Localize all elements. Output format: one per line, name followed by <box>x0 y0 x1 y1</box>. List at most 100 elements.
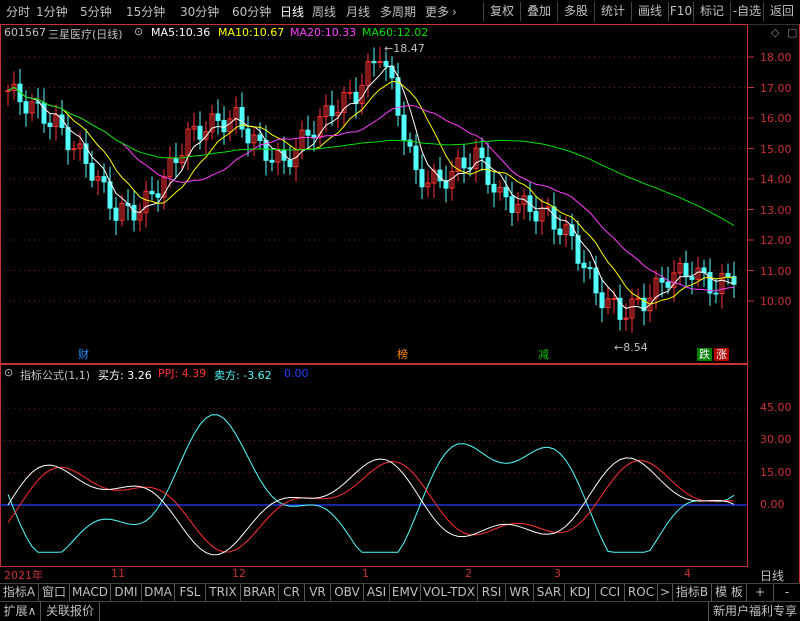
sell-line <box>7 414 735 553</box>
candle-body <box>377 60 383 63</box>
candle-body <box>581 262 587 269</box>
add-indicator-button[interactable]: + <box>747 584 774 601</box>
kline-chart[interactable] <box>0 0 800 620</box>
tab-cci[interactable]: CCI <box>596 584 625 601</box>
tabs-more-arrow-icon[interactable]: > <box>658 584 673 601</box>
tab-dmi[interactable]: DMI <box>111 584 142 601</box>
expand-button[interactable]: 扩展∧ <box>0 602 41 621</box>
tab-roc[interactable]: ROC <box>625 584 658 601</box>
square-icon[interactable]: ▢ <box>787 26 797 39</box>
ma5-legend: MA5:10.36 <box>151 26 211 39</box>
ma10-line <box>7 80 735 305</box>
candle-body <box>215 113 221 122</box>
y-tick: 11.00 <box>760 265 792 278</box>
candle-body <box>269 159 275 163</box>
y-tick: 14.00 <box>760 173 792 186</box>
time-label: 2021年 <box>4 569 43 582</box>
candle-body <box>89 162 95 181</box>
indicator-title[interactable]: 指标公式(1,1) <box>20 367 90 383</box>
related-quote-button[interactable]: 关联报价 <box>41 602 100 621</box>
candle-body <box>479 147 485 159</box>
tab-sar[interactable]: SAR <box>534 584 565 601</box>
tab-fsl[interactable]: FSL <box>175 584 206 601</box>
candle-body <box>371 61 377 64</box>
tab-indicator-a[interactable]: 指标A <box>0 584 39 601</box>
candle-body <box>419 169 425 188</box>
ma20-legend: MA20:10.33 <box>290 26 357 39</box>
candle-body <box>131 204 137 221</box>
event-mark-fall[interactable]: 跌 <box>697 348 712 361</box>
tab-template[interactable]: 模 板 <box>712 584 747 601</box>
candle-body <box>311 134 317 138</box>
candle-body <box>587 267 593 270</box>
candle-body <box>665 281 671 288</box>
extra-value: 0.00 <box>284 367 309 380</box>
y-tick: 15.00 <box>760 143 792 156</box>
tab-rsi[interactable]: RSI <box>478 584 506 601</box>
ind-y-tick: 0.00 <box>760 498 785 511</box>
indicator-tabs: 指标A 窗口 MACD DMI DMA FSL TRIX BRAR CR VR … <box>0 583 800 602</box>
candle-body <box>557 228 563 236</box>
candle-body <box>65 126 71 151</box>
ma60-line <box>7 86 735 227</box>
candle-body <box>401 114 407 141</box>
candle-body <box>485 157 491 185</box>
candle-body <box>107 181 113 209</box>
tab-obv[interactable]: OBV <box>331 584 364 601</box>
low-price-label: ←8.54 <box>614 341 648 354</box>
time-label: 11 <box>111 567 125 580</box>
candle-body <box>155 193 161 198</box>
indicator-frame <box>0 364 748 567</box>
ppj-line <box>7 459 735 553</box>
indicator-toggle-icon[interactable]: ⊙ <box>4 366 13 379</box>
event-mark-reduce[interactable]: 减 <box>536 348 551 361</box>
tab-vol-tdx[interactable]: VOL-TDX <box>421 584 478 601</box>
candle-body <box>245 128 251 144</box>
y-tick: 18.00 <box>760 51 792 64</box>
ma5-line <box>7 65 735 310</box>
tab-wr[interactable]: WR <box>506 584 534 601</box>
candle-body <box>689 276 695 280</box>
tab-trix[interactable]: TRIX <box>206 584 241 601</box>
event-mark-list[interactable]: 榜 <box>395 348 410 361</box>
tab-window[interactable]: 窗口 <box>39 584 70 601</box>
candle-body <box>329 105 335 117</box>
candle-body <box>635 297 641 300</box>
tab-macd[interactable]: MACD <box>70 584 111 601</box>
candle-body <box>533 210 539 222</box>
candle-body <box>5 90 11 93</box>
candle-body <box>413 145 419 171</box>
candle-body <box>503 186 509 198</box>
stock-name: 三星医疗(日线) <box>48 28 123 41</box>
candle-body <box>593 267 599 294</box>
time-label: 2 <box>465 567 472 580</box>
buy-legend: 买方: 3.26 <box>98 369 152 382</box>
candle-body <box>551 206 557 230</box>
tab-indicator-b[interactable]: 指标B <box>673 584 712 601</box>
remove-indicator-button[interactable]: - <box>774 584 800 601</box>
tab-dma[interactable]: DMA <box>142 584 175 601</box>
promo-link[interactable]: 新用户福利专享 <box>708 602 800 621</box>
ppj-legend: PPJ: 4.39 <box>158 367 207 380</box>
tab-brar[interactable]: BRAR <box>241 584 279 601</box>
candle-body <box>461 157 467 169</box>
candle-body <box>305 129 311 136</box>
diamond-icon[interactable]: ◇ <box>771 26 779 39</box>
tab-cr[interactable]: CR <box>279 584 305 601</box>
y-tick: 16.00 <box>760 112 792 125</box>
time-label: 1 <box>362 567 369 580</box>
high-price-label: ←18.47 <box>384 42 425 55</box>
period-indicator[interactable]: 日线 <box>760 567 784 584</box>
tab-vr[interactable]: VR <box>305 584 331 601</box>
tab-emv[interactable]: EMV <box>390 584 421 601</box>
candle-body <box>149 190 155 195</box>
event-mark-finance[interactable]: 财 <box>76 348 91 361</box>
status-bar: 扩展∧ 关联报价 新用户福利专享 <box>0 601 800 621</box>
event-mark-rise[interactable]: 涨 <box>714 348 729 361</box>
candle-body <box>197 125 203 140</box>
tab-kdj[interactable]: KDJ <box>565 584 596 601</box>
settings-toggle-icon[interactable]: ⊙ <box>134 25 143 38</box>
candle-body <box>659 277 665 283</box>
candle-body <box>683 262 689 278</box>
tab-asi[interactable]: ASI <box>364 584 390 601</box>
